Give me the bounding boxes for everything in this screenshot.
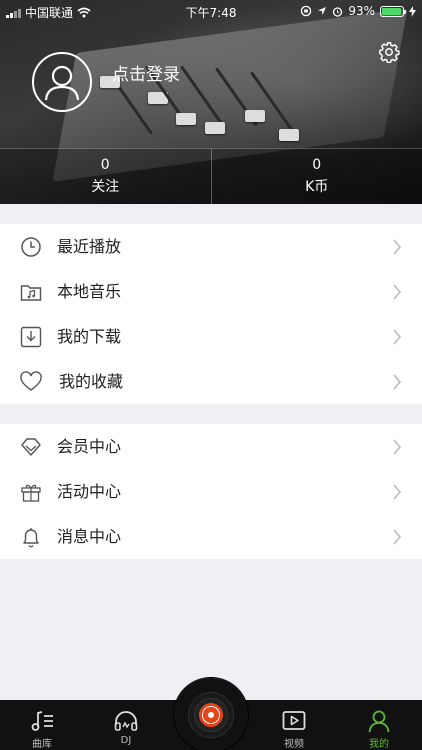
bell-icon — [23, 528, 39, 548]
kcoin-label: K币 — [305, 179, 329, 195]
battery-icon — [380, 5, 406, 17]
menu-item-local-music[interactable]: 本地音乐 — [0, 269, 422, 314]
diamond-icon — [21, 438, 41, 456]
clock-icon — [21, 237, 41, 257]
headphones-icon — [114, 711, 138, 731]
menu-item-message-center[interactable]: 消息中心 — [0, 514, 422, 559]
profile-stats: 0 关注 0 K币 — [0, 148, 422, 204]
heart-icon — [20, 371, 42, 391]
tab-label: 我的 — [369, 739, 389, 750]
tab-dj[interactable]: DJ — [86, 700, 166, 750]
menu-item-label: 消息中心 — [57, 527, 122, 546]
tab-label: DJ — [120, 735, 132, 746]
music-folder-icon — [20, 285, 42, 301]
login-link[interactable]: 点击登录 — [112, 60, 180, 85]
menu-section-services: 会员中心 活动中心 消息中心 — [0, 424, 422, 559]
settings-gear-icon[interactable] — [378, 41, 400, 63]
default-user-icon — [44, 65, 80, 101]
location-icon — [318, 7, 327, 15]
chevron-right-icon — [393, 374, 402, 390]
video-icon — [282, 711, 306, 730]
menu-item-vip-center[interactable]: 会员中心 — [0, 424, 422, 469]
kcoin-count: 0 — [312, 157, 322, 173]
menu-item-label: 活动中心 — [57, 482, 122, 501]
chevron-right-icon — [393, 239, 402, 255]
avatar[interactable] — [32, 52, 92, 112]
tab-label: 视频 — [284, 739, 304, 750]
follow-count: 0 — [100, 157, 110, 173]
menu-section-library: 最近播放 本地音乐 我的下载 我的收藏 — [0, 224, 422, 404]
follow-stat[interactable]: 0 关注 — [0, 149, 211, 204]
chevron-right-icon — [393, 284, 402, 300]
chevron-right-icon — [393, 484, 402, 500]
menu-item-favorites[interactable]: 我的收藏 — [0, 359, 422, 404]
menu-item-label: 我的收藏 — [59, 372, 124, 391]
gift-icon — [21, 484, 41, 502]
profile-header: 中国联通 下午7:48 93% 点击登录 0 关注 0 K币 — [0, 0, 422, 204]
chevron-right-icon — [393, 529, 402, 545]
download-icon — [20, 326, 42, 348]
menu-item-recent-play[interactable]: 最近播放 — [0, 224, 422, 269]
menu-item-label: 会员中心 — [57, 437, 122, 456]
music-library-icon — [31, 711, 53, 731]
status-bar: 中国联通 下午7:48 93% — [0, 0, 422, 22]
menu-item-label: 最近播放 — [57, 237, 122, 256]
now-playing-disc-button[interactable] — [174, 678, 248, 750]
follow-label: 关注 — [91, 179, 120, 195]
chevron-right-icon — [393, 329, 402, 345]
menu-item-label: 我的下载 — [57, 327, 122, 346]
rotation-lock-icon — [301, 5, 312, 17]
menu-item-label: 本地音乐 — [57, 282, 122, 301]
tab-label: 曲库 — [32, 739, 52, 750]
user-icon — [368, 710, 390, 733]
charging-icon — [409, 5, 416, 17]
kcoin-stat[interactable]: 0 K币 — [210, 149, 422, 204]
tab-music-library[interactable]: 曲库 — [2, 700, 82, 750]
tab-mine[interactable]: 我的 — [339, 700, 419, 750]
menu-item-activity-center[interactable]: 活动中心 — [0, 469, 422, 514]
disc-center-icon — [205, 709, 217, 721]
chevron-right-icon — [393, 439, 402, 455]
alarm-icon — [333, 6, 343, 17]
menu-item-downloads[interactable]: 我的下载 — [0, 314, 422, 359]
tab-video[interactable]: 视频 — [254, 700, 334, 750]
battery-percent: 93% — [348, 4, 375, 18]
